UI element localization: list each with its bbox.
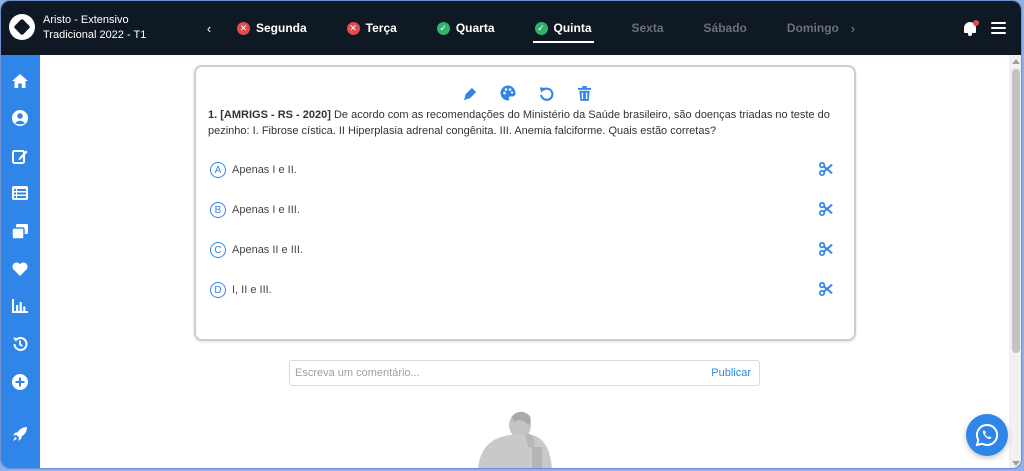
- tab-sexta[interactable]: Sexta: [630, 1, 666, 55]
- scroll-up-arrow[interactable]: [1012, 59, 1020, 64]
- history-icon[interactable]: [7, 333, 33, 355]
- question-source: [AMRIGS - RS - 2020]: [220, 109, 331, 121]
- tab-label: Quarta: [455, 21, 495, 35]
- aristo-logo[interactable]: [9, 14, 35, 40]
- option-d[interactable]: D I, II e III.: [210, 280, 835, 300]
- scissors-icon[interactable]: [819, 282, 835, 298]
- notification-dot: [973, 20, 979, 26]
- tab-label: Terça: [365, 21, 397, 35]
- chart-icon[interactable]: [7, 295, 33, 317]
- question-toolbar: [460, 84, 594, 102]
- option-text: Apenas I e III.: [232, 204, 300, 216]
- option-c[interactable]: C Apenas II e III.: [210, 240, 835, 260]
- bell-icon[interactable]: [963, 20, 979, 36]
- tab-label: Sexta: [631, 21, 664, 35]
- option-letter: D: [210, 282, 226, 298]
- chevron-right-icon[interactable]: ›: [845, 1, 861, 55]
- course-title-line1: Aristo - Extensivo: [43, 14, 129, 26]
- whatsapp-button[interactable]: [966, 414, 1008, 456]
- option-text: Apenas I e II.: [232, 164, 297, 176]
- tab-label: Segunda: [256, 21, 307, 35]
- option-text: Apenas II e III.: [232, 244, 303, 256]
- comment-input[interactable]: [290, 362, 712, 384]
- course-title: Aristo - Extensivo Tradicional 2022 - T1: [43, 13, 146, 43]
- scroll-down-arrow[interactable]: [1012, 461, 1020, 466]
- heart-icon[interactable]: [7, 258, 33, 280]
- top-bar: Aristo - Extensivo Tradicional 2022 - T1…: [1, 1, 1021, 55]
- publish-button[interactable]: Publicar: [711, 367, 759, 379]
- tab-sabado[interactable]: Sábado: [702, 1, 749, 55]
- edit-icon[interactable]: [7, 145, 33, 167]
- palette-icon[interactable]: [498, 84, 518, 102]
- day-navigation: ‹ ✕ Segunda ✕ Terça ✓ Quarta ✓ Quinta Se…: [201, 1, 861, 55]
- option-a[interactable]: A Apenas I e II.: [210, 160, 835, 180]
- tab-label: Quinta: [553, 21, 592, 35]
- scissors-icon[interactable]: [819, 202, 835, 218]
- question-number: 1.: [208, 109, 218, 121]
- question-statement: 1. [AMRIGS - RS - 2020] De acordo com as…: [208, 107, 838, 139]
- option-b[interactable]: B Apenas I e III.: [210, 200, 835, 220]
- tab-domingo[interactable]: Domingo: [785, 1, 841, 55]
- tab-label: Sábado: [703, 21, 747, 35]
- option-text: I, II e III.: [232, 284, 272, 296]
- app-window: Aristo - Extensivo Tradicional 2022 - T1…: [0, 0, 1022, 469]
- option-letter: C: [210, 242, 226, 258]
- tab-label: Domingo: [786, 21, 839, 35]
- course-title-line2: Tradicional 2022 - T1: [43, 29, 147, 41]
- tab-quinta[interactable]: ✓ Quinta: [532, 1, 594, 55]
- tab-quarta[interactable]: ✓ Quarta: [435, 1, 497, 55]
- rocket-icon[interactable]: [7, 423, 33, 445]
- cards-icon[interactable]: [7, 220, 33, 242]
- option-letter: B: [210, 202, 226, 218]
- list-icon[interactable]: [7, 182, 33, 204]
- plus-circle-icon[interactable]: [7, 371, 33, 393]
- error-status-icon: ✕: [346, 21, 360, 35]
- check-status-icon: ✓: [534, 21, 548, 35]
- tab-segunda[interactable]: ✕ Segunda: [235, 1, 309, 55]
- scrollbar-thumb[interactable]: [1012, 69, 1020, 353]
- error-status-icon: ✕: [237, 21, 250, 35]
- vertical-scrollbar[interactable]: [1009, 55, 1021, 468]
- sidebar: [1, 55, 40, 468]
- option-letter: A: [210, 162, 226, 178]
- trash-icon[interactable]: [574, 84, 594, 102]
- highlighter-icon[interactable]: [460, 84, 480, 102]
- comment-box: Publicar: [289, 360, 760, 386]
- whatsapp-icon: [975, 423, 999, 447]
- menu-icon[interactable]: [991, 22, 1006, 34]
- question-card: 1. [AMRIGS - RS - 2020] De acordo com as…: [194, 65, 856, 341]
- undo-icon[interactable]: [536, 84, 556, 102]
- check-status-icon: ✓: [436, 21, 450, 35]
- scissors-icon[interactable]: [819, 162, 835, 178]
- scissors-icon[interactable]: [819, 242, 835, 258]
- chevron-left-icon[interactable]: ‹: [201, 1, 217, 55]
- main-content: 1. [AMRIGS - RS - 2020] De acordo com as…: [40, 55, 1009, 468]
- tab-terca[interactable]: ✕ Terça: [345, 1, 399, 55]
- user-icon[interactable]: [7, 107, 33, 129]
- thinking-person-illustration: [478, 411, 552, 468]
- home-icon[interactable]: [7, 70, 33, 92]
